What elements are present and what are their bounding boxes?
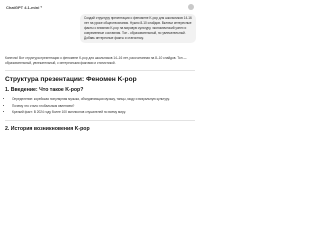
list-item: Краткий факт: В 2024 году более 100 милл… [12,110,195,115]
section-1-bullets: Определение: корейская популярная музыка… [5,97,195,115]
avatar[interactable] [188,4,194,10]
divider [5,119,195,121]
section-1-title: 1. Введение: Что такое K-pop? [5,87,84,94]
divider [5,70,195,72]
section-2-title: 2. История возникновения K-pop [5,125,90,132]
chevron-down-icon[interactable]: ▾ [40,5,42,9]
list-item: Определение: корейская популярная музыка… [12,97,195,102]
presentation-heading: Структура презентации: Феномен K-pop [5,76,137,84]
list-item: Почему это стало глобальным явлением? [12,104,195,109]
user-message-bubble: Создай структуру презентации о феномене … [80,14,196,43]
assistant-message: Конечно! Вот структура презентации о фен… [5,56,195,136]
top-bar: ChatGPT 4.1-mini ▾ [0,0,200,14]
user-message-text: Создай структуру презентации о феномене … [84,16,192,40]
model-selector[interactable]: ChatGPT 4.1-mini ▾ [6,5,42,10]
model-name[interactable]: ChatGPT 4.1-mini [6,5,39,10]
assistant-intro: Конечно! Вот структура презентации о фен… [5,56,187,66]
